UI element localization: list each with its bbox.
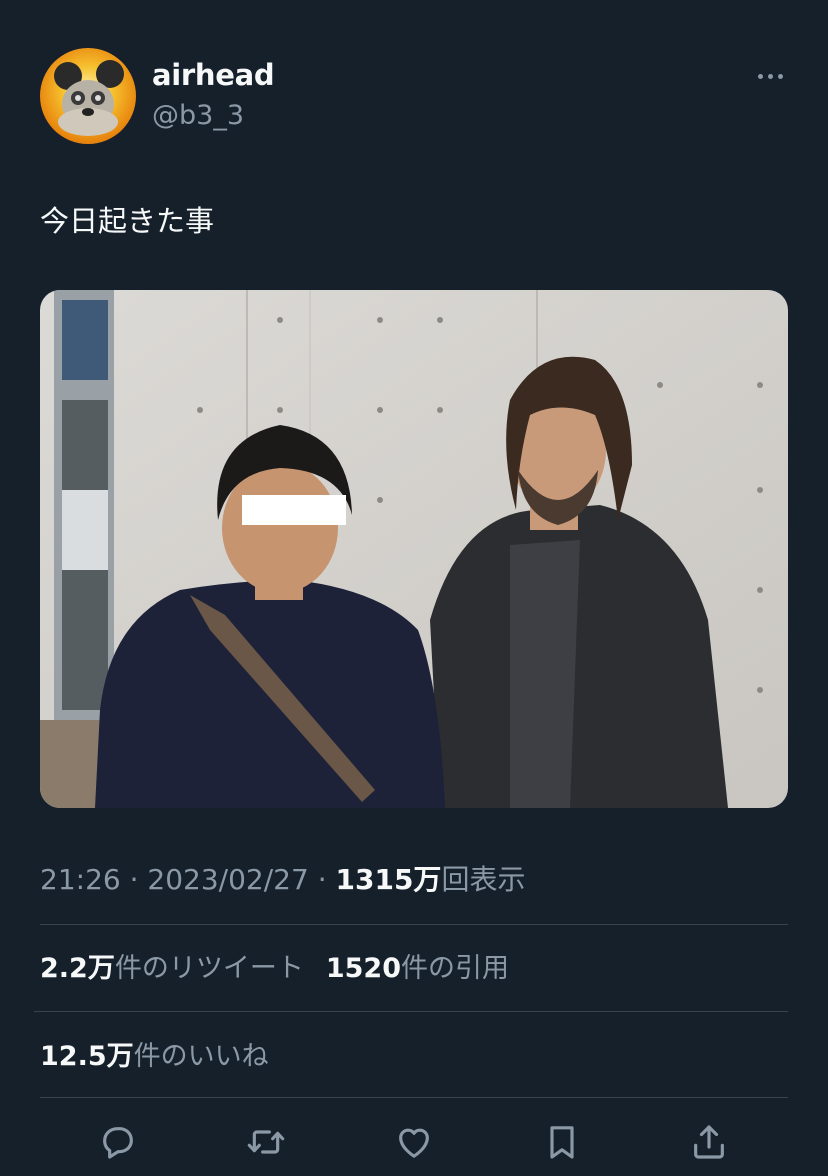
views-label: 回表示 — [441, 863, 526, 896]
retweet-icon — [247, 1130, 285, 1154]
retweet-quote-stats: 2.2万件のリツイート 1520件の引用 — [40, 946, 509, 985]
reply-icon — [103, 1127, 133, 1159]
views-count: 1315万 — [335, 863, 442, 896]
share-icon — [694, 1125, 724, 1159]
tweet-text: 今日起きた事 — [40, 204, 215, 238]
heart-icon — [399, 1128, 429, 1158]
tweet-date[interactable]: 2023/02/27 — [147, 863, 308, 896]
bookmark-icon — [550, 1126, 574, 1159]
meta-separator: · — [308, 863, 336, 896]
display-name[interactable]: airhead — [152, 58, 275, 92]
retweets-count: 2.2万 — [40, 953, 115, 984]
reply-button[interactable] — [94, 1118, 142, 1166]
more-dot-icon — [757, 73, 763, 79]
more-options-button[interactable] — [748, 62, 792, 90]
divider — [34, 1011, 788, 1012]
quotes-stat[interactable]: 1520件の引用 — [326, 953, 509, 984]
likes-stats[interactable]: 12.5万件のいいね — [40, 1034, 269, 1073]
user-handle[interactable]: @b3_3 — [152, 100, 244, 131]
share-button[interactable] — [685, 1118, 733, 1166]
like-button[interactable] — [390, 1118, 438, 1166]
more-dot-icon — [777, 73, 783, 79]
quotes-count: 1520 — [325, 953, 401, 984]
retweets-label: 件のリツイート — [114, 953, 304, 984]
retweets-stat[interactable]: 2.2万件のリツイート — [40, 953, 304, 984]
more-dot-icon — [767, 73, 773, 79]
retweet-button[interactable] — [242, 1118, 290, 1166]
divider — [40, 1097, 788, 1098]
mouse-avatar-icon — [54, 60, 124, 136]
quotes-label: 件の引用 — [401, 953, 509, 984]
divider — [40, 924, 788, 925]
tweet-meta: 21:26 · 2023/02/27 · 1315万回表示 — [40, 858, 525, 898]
photo-illustration — [40, 290, 788, 808]
avatar[interactable] — [40, 48, 136, 144]
meta-separator: · — [120, 863, 148, 896]
tweet-time[interactable]: 21:26 — [40, 863, 121, 896]
likes-count: 12.5万 — [40, 1041, 134, 1072]
tweet-photo[interactable] — [40, 290, 788, 808]
bookmark-button[interactable] — [538, 1118, 586, 1166]
likes-label: 件のいいね — [133, 1041, 269, 1072]
